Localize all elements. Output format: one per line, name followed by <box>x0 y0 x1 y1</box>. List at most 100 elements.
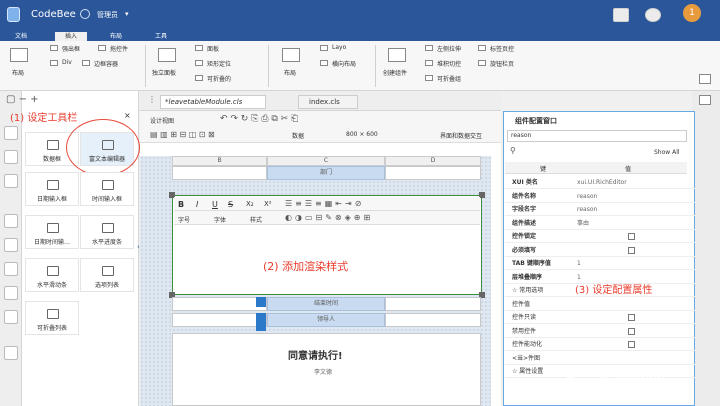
ribbon-fold-button[interactable]: 可折叠组 <box>437 74 461 83</box>
prop-value[interactable]: 1 <box>577 257 581 270</box>
prop-checkbox[interactable] <box>628 327 635 335</box>
ui-interaction-button[interactable]: 界面和数据交互 <box>440 131 482 140</box>
prop-row[interactable]: 控件值 <box>505 298 695 311</box>
doc-tab-index[interactable]: index.cls <box>298 95 358 109</box>
cell-end-time[interactable]: 结束时间 <box>267 297 385 311</box>
tab-tools[interactable]: 工具 <box>145 32 177 41</box>
ribbon-panel-button[interactable]: 独立面板 <box>152 68 176 77</box>
ribbon-layout2-button[interactable]: 布局 <box>284 68 296 77</box>
collapse-all-icon[interactable]: ▢ − + <box>6 94 39 105</box>
prop-row[interactable]: 控件只读 <box>505 311 695 324</box>
gear-icon[interactable] <box>645 8 661 22</box>
rte-sub-button[interactable]: X₂ <box>246 200 254 208</box>
ribbon-dialog-button[interactable]: 强出框 <box>62 44 80 53</box>
tree-tool-icon[interactable] <box>4 214 18 228</box>
rte-insert-icons[interactable]: ◐◑▭⊟✎⊗◈⊕⊞ <box>285 213 373 222</box>
ribbon-component-button[interactable]: 创建组件 <box>383 68 407 77</box>
rte-underline-button[interactable]: U <box>212 200 218 209</box>
link-tool-icon[interactable] <box>4 262 18 276</box>
form-tool-icon[interactable] <box>4 150 18 164</box>
prop-checkbox[interactable] <box>628 314 635 321</box>
ribbon-tabpage-button[interactable]: 标签页控 <box>490 44 514 53</box>
rte-font-select[interactable]: 字体 <box>214 215 226 224</box>
doc-tab-active[interactable]: *leavetableModule.cls <box>160 95 266 109</box>
cell[interactable] <box>385 297 481 311</box>
tool-optionlist[interactable]: 选项列表 <box>80 258 134 292</box>
prop-row[interactable]: 禁用控件 <box>505 325 695 338</box>
ribbon-hlayout-button[interactable]: 横向布局 <box>332 59 356 68</box>
props-search-input[interactable]: reason <box>507 130 687 142</box>
grid-icon[interactable] <box>613 8 629 22</box>
cell[interactable] <box>385 313 481 327</box>
rte-align-icons[interactable]: ☰≡☰≡▦⇤⇥⊘ <box>285 199 364 208</box>
ribbon-knob-button[interactable]: 旋钮栏页 <box>490 59 514 68</box>
prop-checkbox[interactable] <box>628 246 635 254</box>
tag-tool-icon[interactable] <box>4 286 18 300</box>
format-icons[interactable]: ▤ ▥ ⊞ ⊟ ◫ ⊡ ⊠ <box>150 130 215 139</box>
prop-row[interactable]: XUI 类名 xui.UI.RichEditor <box>505 176 695 189</box>
cell[interactable] <box>172 313 267 327</box>
cell-menu-icon[interactable] <box>256 297 266 307</box>
prop-checkbox[interactable] <box>628 233 635 240</box>
tool-slider[interactable]: 水平滑动条 <box>25 258 79 292</box>
tool-date[interactable]: 日期输入框 <box>25 172 79 206</box>
data-menu[interactable]: 数据 <box>292 131 304 140</box>
tool-time[interactable]: 时间输入框 <box>80 172 134 206</box>
prop-value[interactable]: 事由 <box>577 217 589 230</box>
user-name[interactable]: 管理员 <box>97 10 118 20</box>
prop-value[interactable]: reason <box>577 203 597 216</box>
share-tool-icon[interactable] <box>4 310 18 324</box>
show-all-select[interactable]: Show All <box>654 149 680 156</box>
rte-italic-button[interactable]: I <box>196 200 198 209</box>
prop-row[interactable]: 控件锁定 <box>505 230 695 243</box>
refresh-tool-icon[interactable] <box>4 346 18 360</box>
ribbon-rect-button[interactable]: 矩形定位 <box>207 59 231 68</box>
prop-row[interactable]: 字段名字 reason <box>505 203 695 216</box>
design-view-button[interactable]: 设计视图 <box>150 116 174 125</box>
ribbon-panel-small-button[interactable]: 面板 <box>207 44 219 53</box>
ribbon-stretch-button[interactable]: 左侧拉伸 <box>437 44 461 53</box>
rte-strike-button[interactable]: S <box>228 200 233 209</box>
pin-icon[interactable] <box>699 95 711 105</box>
table-tool-icon[interactable] <box>4 238 18 252</box>
rte-fontsize-select[interactable]: 字号 <box>178 215 190 224</box>
expand-icon[interactable] <box>699 74 711 84</box>
ribbon-drag-button[interactable]: 拖控件 <box>110 44 128 53</box>
notification-badge[interactable]: 1 <box>683 4 701 22</box>
tab-document[interactable]: 文档 <box>5 32 37 41</box>
filter-icon[interactable]: ⚲ <box>510 146 516 155</box>
prop-value[interactable]: reason <box>577 190 597 203</box>
tool-datetime[interactable]: 日期时间输… <box>25 215 79 249</box>
cell[interactable] <box>385 166 481 180</box>
tool-foldlist[interactable]: 可折叠列表 <box>25 301 79 335</box>
rte-style-select[interactable]: 样式 <box>250 215 262 224</box>
tab-insert[interactable]: 插入 <box>55 32 87 41</box>
prop-row[interactable]: <当>件图 <box>505 352 695 365</box>
undo-redo-icon[interactable]: ↶ ↷ ↻ ⎘ ⎙ ⧉ ✂ ⎗ <box>220 114 298 124</box>
pin-icon[interactable]: ⋮ <box>148 95 160 107</box>
prop-value[interactable]: xui.UI.RichEditor <box>577 176 627 189</box>
list-tool-icon[interactable] <box>4 174 18 188</box>
ribbon-layout-button[interactable]: 布局 <box>12 68 24 77</box>
tab-layout[interactable]: 布局 <box>100 32 132 41</box>
tool-progress[interactable]: 水平进度条 <box>80 215 134 249</box>
cell-department[interactable]: 部门 <box>267 166 385 180</box>
close-icon[interactable]: × <box>124 111 131 120</box>
ribbon-layo-button[interactable]: Layo <box>332 44 346 51</box>
prop-row[interactable]: TAB 键顺序值 1 <box>505 257 695 270</box>
chevron-down-icon[interactable]: ▾ <box>125 10 129 18</box>
size-select[interactable]: 800 × 600 <box>346 131 378 138</box>
cell[interactable] <box>172 166 267 180</box>
prop-row[interactable]: 组件描述 事由 <box>505 217 695 230</box>
prop-row[interactable]: 组件名称 reason <box>505 190 695 203</box>
ribbon-collapse-button[interactable]: 可折叠的 <box>207 74 231 83</box>
ribbon-div-button[interactable]: Div <box>62 59 72 66</box>
prop-row[interactable]: 必须填写 <box>505 244 695 257</box>
ribbon-border-button[interactable]: 边框容器 <box>94 59 118 68</box>
prop-row[interactable]: 控件能动化 <box>505 338 695 351</box>
cell-menu-icon[interactable] <box>256 313 266 331</box>
cell-leader[interactable]: 领导人 <box>267 313 385 327</box>
ribbon-stack-button[interactable]: 堆积切控 <box>437 59 461 68</box>
rte-sup-button[interactable]: X² <box>264 200 272 208</box>
cell[interactable] <box>172 297 267 311</box>
